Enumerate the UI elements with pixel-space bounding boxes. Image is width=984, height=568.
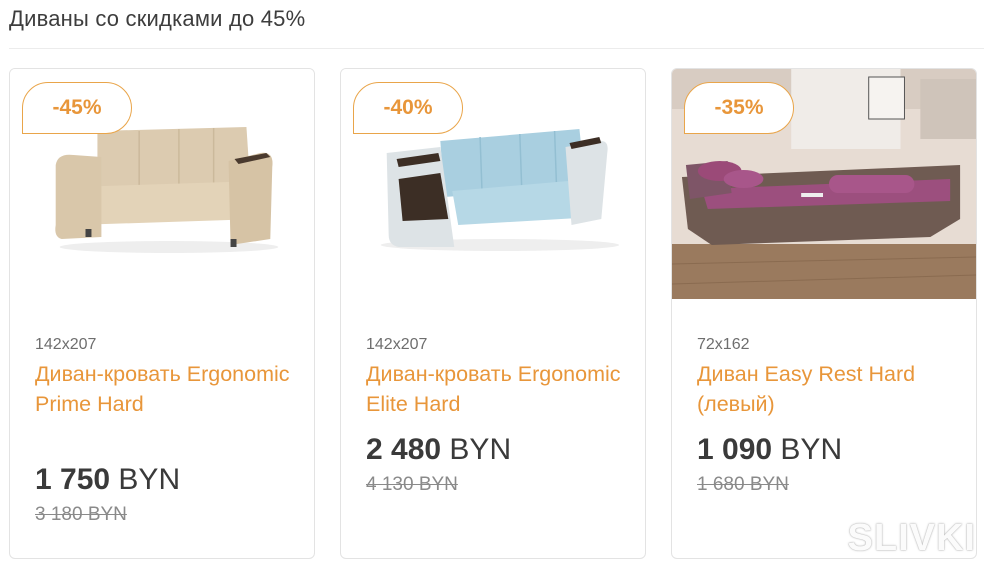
price-currency: BYN: [449, 433, 512, 466]
product-price: 1 090 BYN: [697, 433, 842, 467]
price-currency: BYN: [118, 463, 181, 496]
product-name-link[interactable]: Диван-кровать Ergonomic Elite Hard: [366, 359, 636, 419]
product-card[interactable]: -45% 142x207 Диван-кровать Ergonomic Pri…: [9, 68, 315, 559]
product-price: 2 480 BYN: [366, 433, 511, 467]
product-card[interactable]: -40% 142x207 Диван-кровать Ergonomic Eli…: [340, 68, 646, 559]
price-amount: 1 750: [35, 463, 111, 496]
discount-badge: -35%: [684, 82, 794, 134]
product-old-price: 3 180 BYN: [35, 504, 127, 525]
price-amount: 2 480: [366, 433, 442, 466]
discount-badge: -40%: [353, 82, 463, 134]
product-old-price: 4 130 BYN: [366, 474, 458, 495]
section-title: Диваны со скидками до 45%: [9, 6, 306, 31]
product-name-link[interactable]: Диван-кровать Ergonomic Prime Hard: [35, 359, 305, 419]
product-old-price: 1 680 BYN: [697, 474, 789, 495]
section-divider: [9, 48, 984, 49]
product-size: 72x162: [697, 336, 750, 353]
discount-badge: -45%: [22, 82, 132, 134]
price-currency: BYN: [780, 433, 843, 466]
product-size: 142x207: [366, 336, 428, 353]
product-size: 142x207: [35, 336, 97, 353]
watermark-logo: SLIVKI: [847, 517, 976, 559]
product-name-link[interactable]: Диван Easy Rest Hard (левый): [697, 359, 967, 419]
product-card[interactable]: -35% 72x162 Диван Easy Rest Hard (левый)…: [671, 68, 977, 559]
product-price: 1 750 BYN: [35, 463, 180, 497]
price-amount: 1 090: [697, 433, 773, 466]
